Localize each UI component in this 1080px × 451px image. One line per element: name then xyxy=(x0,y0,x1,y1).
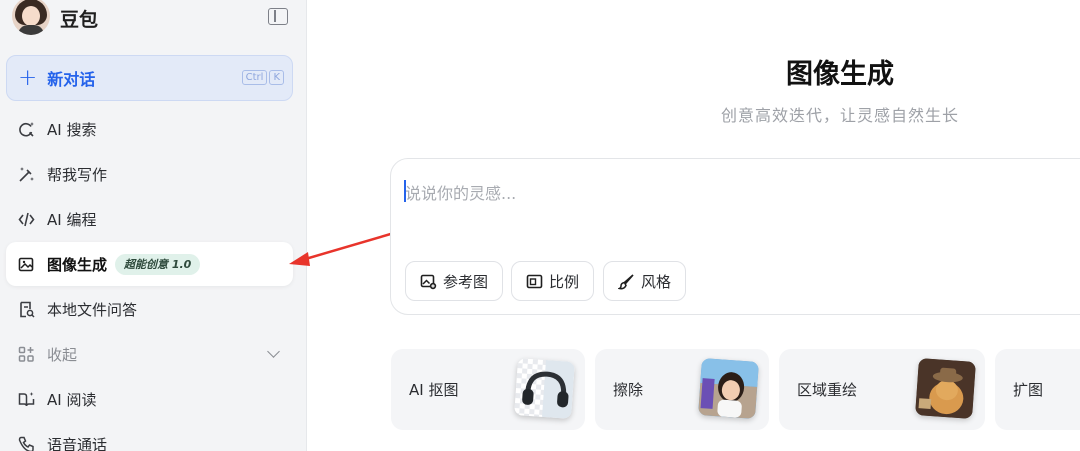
page-title: 图像生成 xyxy=(786,59,894,90)
code-icon xyxy=(18,211,35,227)
sidebar-item-label: AI 搜索 xyxy=(47,120,97,139)
sidebar: 豆包 + 新对话 Ctrl K AI 搜索 帮我写作 AI 编程 图像生成 超能… xyxy=(0,0,307,451)
page-subtitle: 创意高效迭代，让灵感自然生长 xyxy=(720,106,959,125)
tool-card-cutout[interactable]: AI 抠图 xyxy=(391,349,585,430)
tool-card-erase[interactable]: 擦除 xyxy=(595,349,769,430)
prompt-box: 参考图 比例 风格 xyxy=(390,158,1080,315)
chip-label: 参考图 xyxy=(443,272,489,291)
aspect-ratio-icon xyxy=(526,273,543,290)
sidebar-item-label: AI 阅读 xyxy=(47,390,97,409)
kbd-k: K xyxy=(269,70,284,85)
headphones-thumbnail xyxy=(514,358,575,419)
brand[interactable]: 豆包 xyxy=(12,0,98,36)
book-read-icon xyxy=(18,391,35,407)
chip-label: 风格 xyxy=(641,272,672,291)
prompt-input[interactable] xyxy=(405,179,1065,207)
brush-icon xyxy=(618,273,635,290)
phone-icon xyxy=(18,436,34,451)
reference-image-button[interactable]: 参考图 xyxy=(405,261,504,301)
sidebar-item-collapse[interactable]: 收起 xyxy=(6,332,293,376)
plus-icon: + xyxy=(18,64,38,91)
sidebar-item-voice-call[interactable]: 语音通话 xyxy=(6,422,293,451)
feature-badge: 超能创意 1.0 xyxy=(115,253,201,275)
image-gen-icon xyxy=(18,256,34,272)
app-name: 豆包 xyxy=(60,8,99,31)
sidebar-item-writing[interactable]: 帮我写作 xyxy=(6,152,293,196)
girl-photo-thumbnail xyxy=(698,358,759,419)
kbd-ctrl: Ctrl xyxy=(241,70,268,85)
sidebar-item-label: 收起 xyxy=(47,345,78,364)
ai-search-icon xyxy=(18,121,34,137)
sidebar-item-ai-search[interactable]: AI 搜索 xyxy=(6,107,293,151)
sidebar-item-image-generation[interactable]: 图像生成 超能创意 1.0 xyxy=(6,242,293,286)
sidebar-item-label: 图像生成 xyxy=(47,255,108,274)
sidebar-item-ai-reading[interactable]: AI 阅读 xyxy=(6,377,293,421)
tool-label: 擦除 xyxy=(613,381,644,399)
chip-label: 比例 xyxy=(549,272,580,291)
pen-sparkle-icon xyxy=(18,166,34,182)
sidebar-item-coding[interactable]: AI 编程 xyxy=(6,197,293,241)
collapse-grid-icon xyxy=(18,346,34,362)
sidebar-item-label: 语音通话 xyxy=(47,435,108,451)
shortcut-hint: Ctrl K xyxy=(241,70,284,85)
sidebar-item-file-qa[interactable]: 本地文件问答 xyxy=(6,287,293,331)
app-avatar xyxy=(12,0,50,35)
dog-photo-thumbnail xyxy=(915,358,976,419)
style-button[interactable]: 风格 xyxy=(603,261,687,301)
tool-card-outpaint[interactable]: 扩图 xyxy=(995,349,1080,430)
tool-card-inpaint[interactable]: 区域重绘 xyxy=(779,349,985,430)
file-qa-icon xyxy=(18,301,35,318)
new-chat-button[interactable]: + 新对话 Ctrl K xyxy=(6,55,293,101)
new-chat-label: 新对话 xyxy=(47,70,96,89)
reference-image-icon xyxy=(420,273,437,290)
text-caret xyxy=(404,180,406,202)
aspect-ratio-button[interactable]: 比例 xyxy=(511,261,595,301)
sidebar-item-label: AI 编程 xyxy=(47,210,97,229)
tool-label: AI 抠图 xyxy=(409,381,459,399)
sidebar-toggle-icon[interactable] xyxy=(268,8,288,25)
sidebar-item-label: 帮我写作 xyxy=(47,165,108,184)
sidebar-item-label: 本地文件问答 xyxy=(47,300,138,319)
tool-label: 区域重绘 xyxy=(797,381,858,399)
chevron-down-icon xyxy=(267,345,280,358)
tool-label: 扩图 xyxy=(1013,381,1044,399)
